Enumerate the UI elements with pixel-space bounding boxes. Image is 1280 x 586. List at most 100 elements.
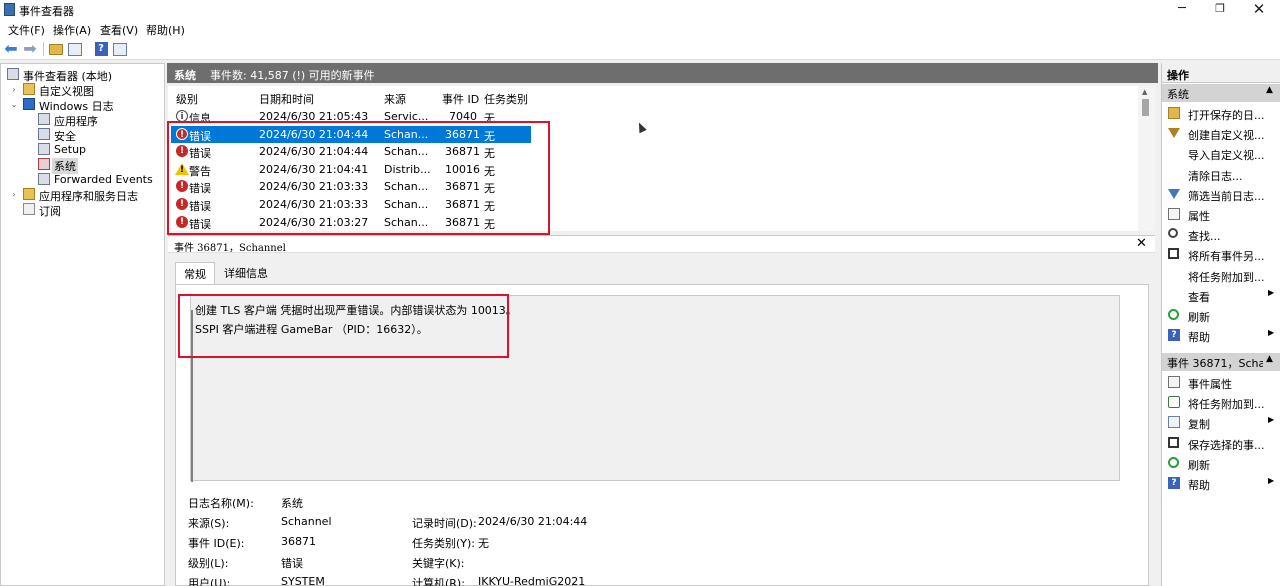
event-row[interactable]: ! 错误 2024/6/30 21:03:33 Schan... 36871 无 <box>171 178 531 195</box>
prop-icon <box>1168 208 1180 220</box>
event-row[interactable]: ! 错误 2024/6/30 21:04:44 Schan... 36871 无 <box>171 125 531 143</box>
restore-button[interactable]: ❐ <box>1200 0 1240 20</box>
action-item[interactable]: 刷新 <box>1162 306 1280 325</box>
event-row[interactable]: ! 错误 2024/6/30 21:03:33 Schan... 36871 无 <box>171 196 531 213</box>
tree-subscriptions[interactable]: 订阅 <box>5 202 163 218</box>
action-label: 保存选择的事... <box>1188 438 1265 452</box>
event-id: 36871 <box>445 215 480 229</box>
event-viewer-icon <box>7 68 19 80</box>
event-row[interactable]: i 信息 2024/6/30 21:05:43 Servic... 7040 无 <box>171 108 531 125</box>
detail-header: 事件 36871，Schannel ✕ <box>168 235 1155 254</box>
event-description[interactable]: 创建 TLS 客户端 凭据时出现严重错误。内部错误状态为 10013。 SSPI… <box>190 295 1120 482</box>
help-toolbar-button[interactable]: ? <box>93 41 109 57</box>
action-item[interactable]: 筛选当前日志... <box>1162 185 1280 204</box>
action-label: 将任务附加到... <box>1188 270 1265 284</box>
action-item[interactable]: 将任务附加到... <box>1162 266 1280 285</box>
folder-up-icon <box>49 43 63 55</box>
action-item[interactable]: 打开保存的日... <box>1162 104 1280 123</box>
column-source[interactable]: 来源 <box>384 91 406 107</box>
menu-file[interactable]: 文件(F) <box>4 22 49 38</box>
action-item[interactable]: 清除日志... <box>1162 165 1280 184</box>
up-folder-button[interactable] <box>48 41 64 57</box>
scroll-up-icon[interactable]: ▲ <box>1142 88 1147 96</box>
action-item[interactable]: 将所有事件另... <box>1162 245 1280 264</box>
action-item[interactable]: 事件属性 <box>1162 373 1280 392</box>
actions-section-event[interactable]: 事件 36871，Scha... ▲ <box>1162 353 1280 371</box>
error-icon: ! <box>176 145 188 158</box>
tree-app-service-logs[interactable]: › 应用程序和服务日志 <box>5 187 163 203</box>
action-label: 打开保存的日... <box>1188 109 1265 122</box>
column-event-id[interactable]: 事件 ID <box>442 91 479 107</box>
event-id: 36871 <box>445 127 480 141</box>
tab-general[interactable]: 常规 <box>175 262 215 284</box>
actions-section-system[interactable]: 系统 ▲ <box>1162 84 1280 102</box>
collapse-icon[interactable]: ▲ <box>1266 85 1273 95</box>
tree-forwarded-events[interactable]: Forwarded Events <box>5 172 163 187</box>
forward-arrow-icon: ➡ <box>23 39 37 58</box>
action-item[interactable]: ? 帮助 ▶ <box>1162 326 1280 345</box>
event-task: 无 <box>484 182 495 196</box>
action-item[interactable]: 导入自定义视... <box>1162 144 1280 163</box>
close-button[interactable]: ✕ <box>1239 0 1279 20</box>
submenu-arrow-icon: ▶ <box>1268 415 1275 425</box>
event-viewer-app-icon <box>4 3 15 16</box>
detail-close-icon[interactable]: ✕ <box>1136 236 1147 251</box>
tree-application[interactable]: 应用程序 <box>5 112 163 128</box>
action-item[interactable]: ? 帮助 ▶ <box>1162 474 1280 493</box>
column-task[interactable]: 任务类别 <box>484 91 528 107</box>
event-id: 36871 <box>445 145 480 159</box>
action-item[interactable]: 属性 <box>1162 205 1280 224</box>
event-row[interactable]: ! 警告 2024/6/30 21:04:41 Distrib... 10016 无 <box>171 161 531 178</box>
collapse-arrow-icon[interactable]: ⌄ <box>9 97 19 112</box>
tab-details[interactable]: 详细信息 <box>216 262 276 284</box>
action-label: 属性 <box>1188 210 1210 223</box>
tree-root[interactable]: 事件查看器 (本地) <box>5 67 163 83</box>
expand-arrow-icon[interactable]: › <box>9 187 19 202</box>
action-item[interactable]: 查找... <box>1162 225 1280 244</box>
tree-security[interactable]: 安全 <box>5 127 163 143</box>
tree-custom-views[interactable]: › 自定义视图 <box>5 82 163 98</box>
collapse-icon[interactable]: ▲ <box>1266 354 1273 364</box>
action-item[interactable]: 查看 ▶ <box>1162 286 1280 305</box>
menu-view[interactable]: 查看(V) <box>96 22 142 38</box>
tree-windows-logs[interactable]: ⌄ Windows 日志 <box>5 97 163 113</box>
action-item[interactable]: 保存选择的事... <box>1162 434 1280 453</box>
event-row[interactable]: ! 错误 2024/6/30 21:03:27 Schan... 36871 无 <box>171 214 531 231</box>
action-item[interactable]: 将任务附加到... <box>1162 393 1280 412</box>
show-hide-tree-button[interactable] <box>67 41 83 57</box>
event-row[interactable]: ! 错误 2024/6/30 21:04:44 Schan... 36871 无 <box>171 143 531 160</box>
show-hide-action-pane-button[interactable] <box>112 41 128 57</box>
filter-icon <box>1168 128 1180 139</box>
event-source: Schan... <box>384 145 429 159</box>
scrollbar-thumb[interactable] <box>1142 99 1149 116</box>
back-arrow-icon: ⬅ <box>4 39 18 58</box>
event-count: 事件数: 41,587 (!) 可用的新事件 <box>210 69 375 82</box>
column-datetime[interactable]: 日期和时间 <box>259 91 314 107</box>
event-list: 级别 日期和时间 来源 事件 ID 任务类别 i 信息 2024/6/30 21:0… <box>168 86 1155 231</box>
action-label: 查看 <box>1188 290 1210 304</box>
forward-button[interactable]: ➡ <box>22 41 38 57</box>
computer-value: IKKYU-RedmiG2021 <box>478 575 586 586</box>
error-icon: ! <box>176 127 188 140</box>
back-button[interactable]: ⬅ <box>3 41 19 57</box>
column-level[interactable]: 级别 <box>176 91 198 107</box>
log-header: 系统 事件数: 41,587 (!) 可用的新事件 <box>167 63 1158 83</box>
event-list-scrollbar[interactable]: ▲ <box>1138 86 1155 231</box>
menu-help[interactable]: 帮助(H) <box>142 22 189 38</box>
level-label: 级别(L): <box>188 557 229 570</box>
action-item[interactable]: 创建自定义视... <box>1162 124 1280 143</box>
event-id: 10016 <box>445 162 480 176</box>
action-item[interactable]: 刷新 <box>1162 454 1280 473</box>
minimize-button[interactable]: ─ <box>1162 0 1202 20</box>
navigation-tree: 事件查看器 (本地) › 自定义视图 ⌄ Windows 日志 应用程序 安全 … <box>0 63 165 586</box>
action-label: 帮助 <box>1188 479 1210 492</box>
event-source: Schan... <box>384 198 429 211</box>
error-icon: ! <box>176 215 188 228</box>
menu-action[interactable]: 操作(A) <box>49 22 95 38</box>
submenu-arrow-icon: ▶ <box>1268 476 1275 485</box>
task-icon <box>1168 396 1180 409</box>
expand-arrow-icon[interactable]: › <box>9 82 19 97</box>
action-item[interactable]: 复制 ▶ <box>1162 413 1280 432</box>
tree-system[interactable]: 系统 <box>5 157 163 174</box>
tree-setup[interactable]: Setup <box>5 142 163 157</box>
